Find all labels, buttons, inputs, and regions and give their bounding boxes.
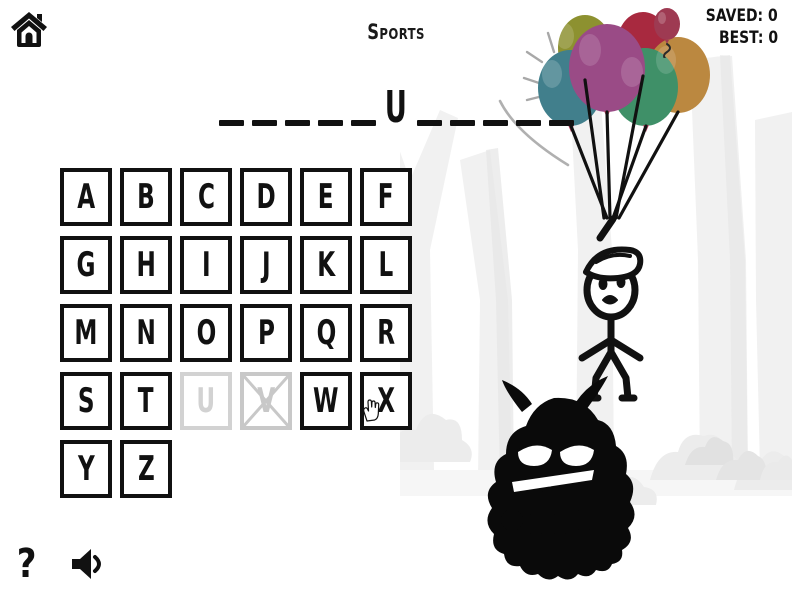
letter-tile-s[interactable]: S	[60, 372, 112, 430]
letter-tile-t[interactable]: T	[120, 372, 172, 430]
letter-glyph: Z	[137, 449, 155, 489]
letter-tile-j[interactable]: J	[240, 236, 292, 294]
word-slot-revealed: U	[380, 76, 413, 133]
letter-glyph: W	[313, 381, 339, 421]
letter-glyph: B	[137, 177, 155, 217]
word-slot	[314, 76, 347, 128]
letter-tile-q[interactable]: Q	[300, 304, 352, 362]
letter-tile-d[interactable]: D	[240, 168, 292, 226]
best-score: BEST: 0	[718, 27, 778, 48]
letter-tile-b[interactable]: B	[120, 168, 172, 226]
letter-glyph: J	[261, 245, 271, 285]
letter-glyph: M	[74, 313, 98, 353]
letter-tile-h[interactable]: H	[120, 236, 172, 294]
letter-glyph: C	[197, 177, 215, 217]
letter-tile-f[interactable]: F	[360, 168, 412, 226]
letter-glyph: I	[201, 245, 211, 285]
speaker-icon	[72, 549, 101, 579]
word-slot	[512, 76, 545, 128]
letter-glyph: S	[77, 381, 95, 421]
letter-tile-n[interactable]: N	[120, 304, 172, 362]
letter-glyph: U	[196, 381, 216, 421]
letter-tile-c[interactable]: C	[180, 168, 232, 226]
letter-glyph: T	[138, 381, 154, 421]
bottom-toolbar: ?	[10, 542, 108, 586]
letter-glyph: L	[378, 245, 394, 285]
word-display: U	[0, 76, 792, 133]
word-slot-letter: U	[384, 81, 408, 133]
letter-tile-a[interactable]: A	[60, 168, 112, 226]
sound-toggle-button[interactable]	[66, 542, 108, 586]
word-slot	[545, 76, 578, 128]
letter-tile-i[interactable]: I	[180, 236, 232, 294]
word-slot	[446, 76, 479, 128]
letter-tile-k[interactable]: K	[300, 236, 352, 294]
letter-glyph: F	[378, 177, 394, 217]
letter-glyph: G	[76, 245, 96, 285]
letter-glyph: X	[377, 381, 395, 421]
home-button[interactable]	[6, 6, 52, 52]
letter-glyph: O	[196, 313, 216, 353]
letter-tile-v: V	[240, 372, 292, 430]
letter-tile-x[interactable]: X	[360, 372, 412, 430]
letter-tile-l[interactable]: L	[360, 236, 412, 294]
letter-tile-p[interactable]: P	[240, 304, 292, 362]
word-slot	[347, 76, 380, 128]
saved-score: SAVED: 0	[706, 6, 778, 26]
score-panel: SAVED: 0 BEST: 0	[652, 6, 778, 58]
letter-glyph: P	[257, 313, 275, 353]
letter-glyph: K	[317, 245, 335, 285]
word-slot	[281, 76, 314, 128]
letter-tile-z[interactable]: Z	[120, 440, 172, 498]
letter-tile-w[interactable]: W	[300, 372, 352, 430]
home-icon	[11, 12, 47, 47]
letter-glyph: H	[136, 245, 156, 285]
word-slot	[215, 76, 248, 128]
letter-keyboard: A B C D E F G H I J K L M N O P Q R S T …	[60, 168, 412, 498]
letter-glyph: N	[136, 313, 156, 353]
letter-glyph: D	[256, 177, 276, 217]
help-button[interactable]: ?	[10, 542, 44, 586]
letter-glyph: Y	[77, 449, 95, 489]
balloon-icon	[654, 8, 681, 58]
letter-tile-u: U	[180, 372, 232, 430]
word-slot	[479, 76, 512, 128]
game-screen: Sports SAVED: 0 BEST: 0 U A B C D E F G …	[0, 0, 792, 594]
word-slot	[248, 76, 281, 128]
letter-glyph: A	[77, 177, 95, 217]
letter-glyph: V	[257, 381, 275, 421]
letter-tile-o[interactable]: O	[180, 304, 232, 362]
letter-tile-r[interactable]: R	[360, 304, 412, 362]
letter-glyph: Q	[316, 313, 336, 353]
letter-tile-e[interactable]: E	[300, 168, 352, 226]
word-slot	[413, 76, 446, 128]
question-mark-icon: ?	[17, 541, 37, 587]
letter-glyph: R	[377, 313, 395, 353]
category-title: Sports	[367, 20, 425, 44]
letter-tile-g[interactable]: G	[60, 236, 112, 294]
letter-tile-y[interactable]: Y	[60, 440, 112, 498]
letter-tile-m[interactable]: M	[60, 304, 112, 362]
letter-glyph: E	[318, 177, 334, 217]
